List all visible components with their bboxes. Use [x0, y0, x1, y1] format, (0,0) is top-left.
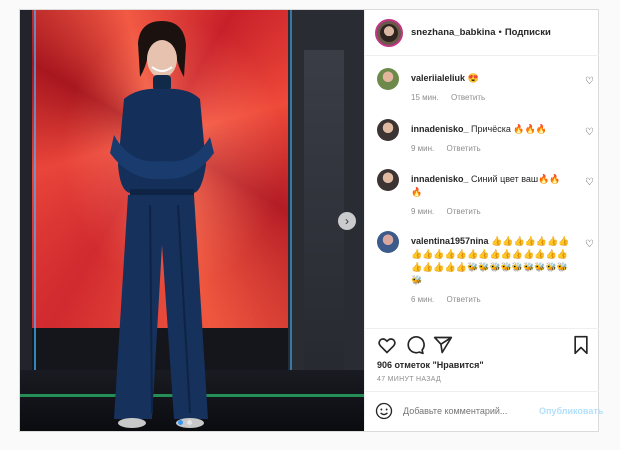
comment-heart-icon[interactable]: ♡ [585, 239, 594, 250]
post-card: › snezhana_babkina • Подписки valeriiale… [19, 9, 603, 432]
chevron-right-icon: › [345, 214, 349, 228]
carousel-dot [187, 420, 192, 425]
comment-heart-icon[interactable]: ♡ [585, 127, 594, 138]
comment-heart-icon[interactable]: ♡ [585, 76, 594, 87]
header-separator: • [498, 27, 502, 38]
carousel-dot-active [178, 420, 183, 425]
likes-count[interactable]: 906 отметок "Нравится" [377, 360, 484, 370]
post-header: snezhana_babkina • Подписки [365, 10, 599, 56]
reply-button[interactable]: Ответить [447, 295, 481, 304]
comment-time: 9 мин. [411, 144, 435, 153]
comment-meta: 15 мин. Ответить [411, 91, 571, 104]
next-image-button[interactable]: › [338, 212, 356, 230]
commenter-avatar[interactable] [377, 169, 399, 191]
post-media[interactable]: › [20, 10, 364, 431]
comment-meta: 9 мин. Ответить [411, 142, 571, 155]
reply-button[interactable]: Ответить [447, 144, 481, 153]
comment-body: innadenisko_ Причёска 🔥🔥🔥 9 мин. Ответит… [411, 123, 571, 155]
post-sidebar: snezhana_babkina • Подписки valeriialeli… [364, 10, 603, 432]
comment-input[interactable] [403, 406, 527, 416]
neon-strip-right [290, 10, 292, 431]
commenter-username[interactable]: valeriialeliuk [411, 73, 465, 83]
reply-button[interactable]: Ответить [451, 93, 485, 102]
comment-text: Причёска 🔥🔥🔥 [471, 124, 547, 134]
commenter-username[interactable]: innadenisko_ [411, 174, 469, 184]
heart-icon[interactable] [377, 335, 397, 355]
comment-meta: 6 мин. Ответить [411, 293, 571, 306]
commenter-username[interactable]: innadenisko_ [411, 124, 469, 134]
commenter-username[interactable]: valentina1957nina [411, 236, 489, 246]
publish-button[interactable]: Опубликовать [539, 406, 603, 416]
post-actions [365, 328, 599, 359]
comment-time: 9 мин. [411, 207, 435, 216]
bookmark-icon[interactable] [571, 335, 591, 355]
post-date: 47 МИНУТ НАЗАД [377, 376, 442, 383]
smile-icon[interactable] [375, 402, 393, 420]
following-button[interactable]: Подписки [505, 27, 551, 38]
comment-body: valentina1957nina 👍👍👍👍👍👍👍👍👍👍👍👍👍👍👍👍👍👍👍👍👍👍… [411, 235, 571, 306]
commenter-avatar[interactable] [377, 231, 399, 253]
neon-strip-left [34, 10, 36, 431]
commenter-avatar[interactable] [377, 119, 399, 141]
carousel-dots [178, 420, 192, 425]
comment-time: 6 мин. [411, 295, 435, 304]
share-icon[interactable] [433, 335, 453, 355]
author-avatar[interactable] [375, 18, 403, 47]
comment-icon[interactable] [405, 335, 425, 355]
comment-meta: 9 мин. Ответить [411, 205, 571, 218]
add-comment-bar: Опубликовать [365, 391, 603, 432]
comments-list[interactable]: valeriialeliuk 😍 15 мин. Ответить ♡ inna… [365, 55, 599, 327]
commenter-avatar[interactable] [377, 68, 399, 90]
comment-time: 15 мин. [411, 93, 439, 102]
comment-body: innadenisko_ Синий цвет ваш🔥🔥🔥 9 мин. От… [411, 173, 571, 218]
comment-text: 😍 [467, 73, 479, 83]
comment-heart-icon[interactable]: ♡ [585, 177, 594, 188]
reply-button[interactable]: Ответить [447, 207, 481, 216]
stage-frame-left [20, 10, 32, 431]
person-figure [110, 21, 214, 428]
author-username[interactable]: snezhana_babkina [411, 27, 495, 38]
comment-body: valeriialeliuk 😍 15 мин. Ответить [411, 72, 571, 104]
